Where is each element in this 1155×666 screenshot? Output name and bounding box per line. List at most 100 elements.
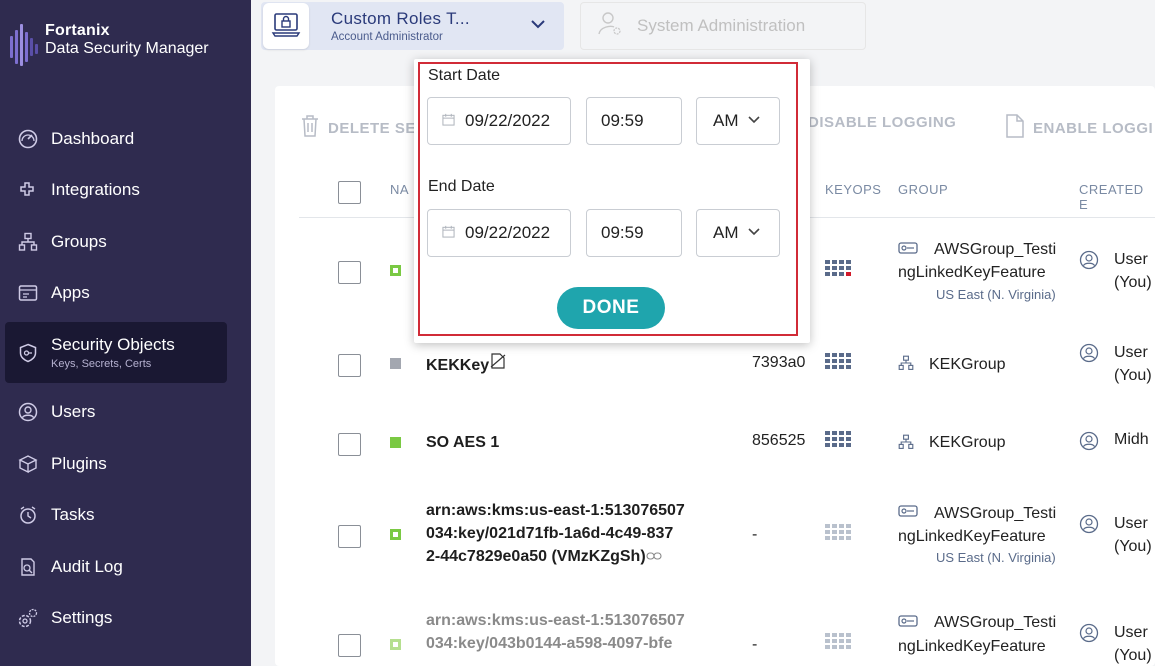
- end-date-field[interactable]: 09/22/2022: [427, 209, 571, 257]
- group-region: US East (N. Virginia): [936, 550, 1056, 565]
- sidebar-item-plugins[interactable]: Plugins: [5, 442, 227, 486]
- created-by: User: [1114, 624, 1148, 641]
- keyops-icon: [825, 353, 851, 370]
- keyops-icon: [825, 260, 851, 277]
- column-header-created-by[interactable]: CREATED E: [1079, 182, 1155, 212]
- status-indicator: [390, 265, 401, 276]
- object-name-line[interactable]: arn:aws:kms:us-east-1:513076507: [426, 609, 685, 632]
- user-icon: [1079, 514, 1099, 539]
- chevron-down-icon: [747, 223, 761, 243]
- audit-log-icon: [17, 556, 39, 578]
- sidebar-item-groups[interactable]: Groups: [5, 220, 227, 264]
- enable-logging-label: ENABLE LOGGI: [1033, 119, 1154, 137]
- disable-logging-label: DISABLE LOGGING: [808, 114, 957, 131]
- sidebar-item-dashboard[interactable]: Dashboard: [5, 117, 227, 161]
- row-checkbox[interactable]: [338, 354, 361, 377]
- created-by-you: (You): [1114, 274, 1152, 291]
- end-time-value: 09:59: [601, 223, 644, 242]
- row-checkbox[interactable]: [338, 634, 361, 657]
- sidebar-item-settings[interactable]: Settings: [5, 596, 227, 640]
- aws-group-icon: [898, 241, 918, 260]
- fortanix-logo[interactable]: Fortanix Data Security Manager: [8, 22, 209, 66]
- column-header-keyops[interactable]: KEYOPS: [825, 182, 881, 197]
- sidebar-item-label: Users: [51, 402, 96, 421]
- keyops-icon: [825, 524, 851, 541]
- disable-logging-button[interactable]: DISABLE LOGGING: [808, 114, 956, 131]
- chevron-down-icon: [747, 111, 761, 131]
- object-name-text[interactable]: KEKKey: [426, 357, 489, 374]
- sidebar-item-sublabel: Keys, Secrets, Certs: [51, 358, 152, 370]
- column-header-name[interactable]: NA: [390, 182, 409, 197]
- start-date-value: 09/22/2022: [465, 111, 551, 130]
- system-administration-label: System Administration: [637, 16, 806, 35]
- sidebar-item-integrations[interactable]: Integrations: [5, 168, 227, 212]
- security-object-name[interactable]: arn:aws:kms:us-east-1:513076507 034:key/…: [426, 499, 685, 568]
- security-object-name[interactable]: KEKKey: [426, 352, 507, 377]
- account-name: Custom Roles T...: [331, 9, 470, 28]
- object-name-text[interactable]: 2-44c7829e0a50 (VMzKZgSh): [426, 548, 646, 565]
- group-region: US East (N. Virginia): [936, 287, 1056, 302]
- group-name-cont[interactable]: ngLinkedKeyFeature: [898, 635, 1046, 658]
- group-icon: [898, 434, 914, 455]
- groups-icon: [17, 231, 39, 253]
- object-name-line[interactable]: 034:key/043b0144-a598-4097-bfe: [426, 632, 685, 655]
- done-button[interactable]: DONE: [557, 287, 665, 329]
- system-administration-button[interactable]: System Administration: [580, 2, 866, 50]
- security-object-name[interactable]: SO AES 1: [426, 431, 499, 454]
- status-indicator: [390, 529, 401, 540]
- enable-logging-button[interactable]: ENABLE LOGGI: [1005, 114, 1153, 142]
- group-name[interactable]: KEKGroup: [929, 353, 1005, 376]
- start-date-field[interactable]: 09/22/2022: [427, 97, 571, 145]
- group-name-cont[interactable]: ngLinkedKeyFeature: [898, 261, 1046, 284]
- apps-icon: [17, 282, 39, 304]
- delete-button[interactable]: DELETE SE: [300, 114, 416, 142]
- start-date-label: Start Date: [428, 67, 501, 84]
- start-ampm-select[interactable]: AM: [696, 97, 780, 145]
- trash-icon: [300, 114, 320, 142]
- brand-name: Fortanix: [45, 22, 110, 39]
- object-name-line[interactable]: 2-44c7829e0a50 (VMzKZgSh): [426, 545, 685, 568]
- group-name[interactable]: AWSGroup_Testi: [934, 502, 1056, 525]
- security-object-name[interactable]: arn:aws:kms:us-east-1:513076507 034:key/…: [426, 609, 685, 655]
- end-ampm-value: AM: [713, 223, 739, 242]
- column-header-group[interactable]: GROUP: [898, 182, 948, 197]
- user-icon: [1079, 623, 1099, 648]
- keyops-icon: [825, 431, 851, 448]
- sidebar-item-users[interactable]: Users: [5, 390, 227, 434]
- group-name[interactable]: AWSGroup_Testi: [934, 238, 1056, 261]
- created-by: User: [1114, 515, 1148, 532]
- key-id: 856525: [752, 432, 806, 449]
- account-switcher[interactable]: Custom Roles T... Account Administrator: [261, 2, 564, 50]
- row-checkbox[interactable]: [338, 433, 361, 456]
- sidebar-item-label: Plugins: [51, 454, 107, 473]
- sidebar-item-security-objects[interactable]: Security Objects Keys, Secrets, Certs: [5, 322, 227, 383]
- end-time-field[interactable]: 09:59: [586, 209, 682, 257]
- end-ampm-select[interactable]: AM: [696, 209, 780, 257]
- object-name-line[interactable]: arn:aws:kms:us-east-1:513076507: [426, 499, 685, 522]
- sidebar-item-label: Integrations: [51, 180, 140, 199]
- group-name[interactable]: AWSGroup_Testi: [934, 611, 1056, 634]
- account-lock-icon: [263, 3, 309, 49]
- sidebar-item-audit-log[interactable]: Audit Log: [5, 545, 227, 589]
- sidebar-item-tasks[interactable]: Tasks: [5, 493, 227, 537]
- created-by-you: (You): [1114, 367, 1152, 384]
- object-name-line[interactable]: 034:key/021d71fb-1a6d-4c49-837: [426, 522, 685, 545]
- admin-user-icon: [595, 9, 625, 44]
- user-icon: [1079, 431, 1099, 456]
- select-all-checkbox[interactable]: [338, 181, 361, 204]
- row-checkbox[interactable]: [338, 261, 361, 284]
- security-objects-icon: [17, 342, 39, 364]
- group-name-cont[interactable]: ngLinkedKeyFeature: [898, 525, 1046, 548]
- top-bar: Custom Roles T... Account Administrator …: [251, 0, 1155, 62]
- group-name[interactable]: KEKGroup: [929, 431, 1005, 454]
- document-icon: [1005, 114, 1025, 142]
- start-time-field[interactable]: 09:59: [586, 97, 682, 145]
- end-date-value: 09/22/2022: [465, 223, 551, 242]
- tasks-icon: [17, 504, 39, 526]
- row-checkbox[interactable]: [338, 525, 361, 548]
- created-by: User: [1114, 344, 1148, 361]
- sidebar-item-apps[interactable]: Apps: [5, 271, 227, 315]
- status-indicator: [390, 437, 401, 448]
- key-id: -: [752, 526, 758, 543]
- start-time-value: 09:59: [601, 111, 644, 130]
